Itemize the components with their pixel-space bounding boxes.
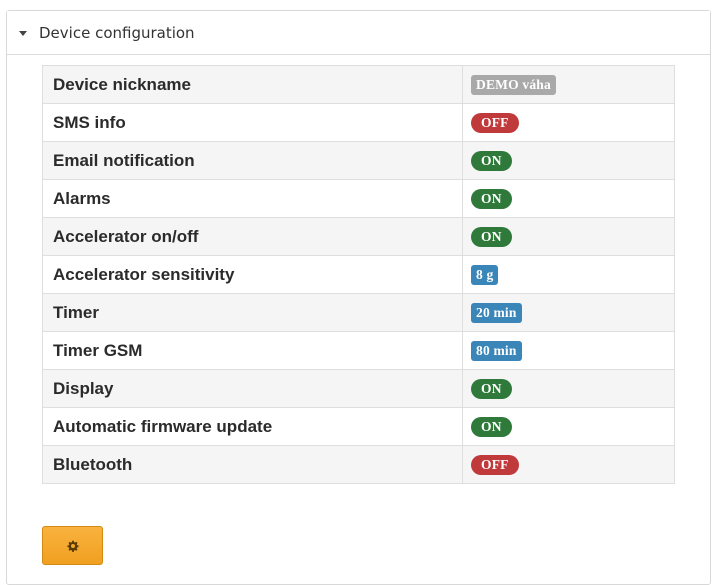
- table-row: Display ON: [42, 369, 675, 408]
- status-badge: ON: [471, 150, 512, 171]
- status-badge: ON: [471, 416, 512, 437]
- table-row: Accelerator sensitivity 8 g: [42, 255, 675, 294]
- row-label: Automatic firmware update: [42, 407, 463, 446]
- row-label: Timer: [42, 293, 463, 332]
- table-row: Accelerator on/off ON: [42, 217, 675, 256]
- table-row: Email notification ON: [42, 141, 675, 180]
- table-row: Timer GSM 80 min: [42, 331, 675, 370]
- value-badge: 20 min: [471, 302, 522, 323]
- table-row: Bluetooth OFF: [42, 445, 675, 484]
- row-label: Device nickname: [42, 65, 463, 104]
- status-badge: OFF: [471, 112, 519, 133]
- status-badge: OFF: [471, 454, 519, 475]
- status-badge: ON: [471, 226, 512, 247]
- settings-button[interactable]: [42, 526, 103, 565]
- panel-header-toggle[interactable]: Device configuration: [7, 11, 710, 55]
- configuration-table: Device nickname DEMO váha SMS info OFF E…: [42, 65, 675, 484]
- row-label: Bluetooth: [42, 445, 463, 484]
- row-label: Email notification: [42, 141, 463, 180]
- row-label: Accelerator on/off: [42, 217, 463, 256]
- table-row: Automatic firmware update ON: [42, 407, 675, 446]
- row-label: Timer GSM: [42, 331, 463, 370]
- table-row: Device nickname DEMO váha: [42, 65, 675, 104]
- gear-icon: [66, 540, 79, 552]
- value-badge: 80 min: [471, 340, 522, 361]
- panel-title: Device configuration: [39, 23, 195, 42]
- caret-down-icon: [19, 30, 27, 36]
- row-label: SMS info: [42, 103, 463, 142]
- table-row: SMS info OFF: [42, 103, 675, 142]
- value-badge: 8 g: [471, 264, 499, 285]
- row-label: Alarms: [42, 179, 463, 218]
- table-row: Alarms ON: [42, 179, 675, 218]
- table-row: Timer 20 min: [42, 293, 675, 332]
- status-badge: ON: [471, 188, 512, 209]
- row-label: Accelerator sensitivity: [42, 255, 463, 294]
- row-label: Display: [42, 369, 463, 408]
- value-badge: DEMO váha: [471, 74, 556, 95]
- status-badge: ON: [471, 378, 512, 399]
